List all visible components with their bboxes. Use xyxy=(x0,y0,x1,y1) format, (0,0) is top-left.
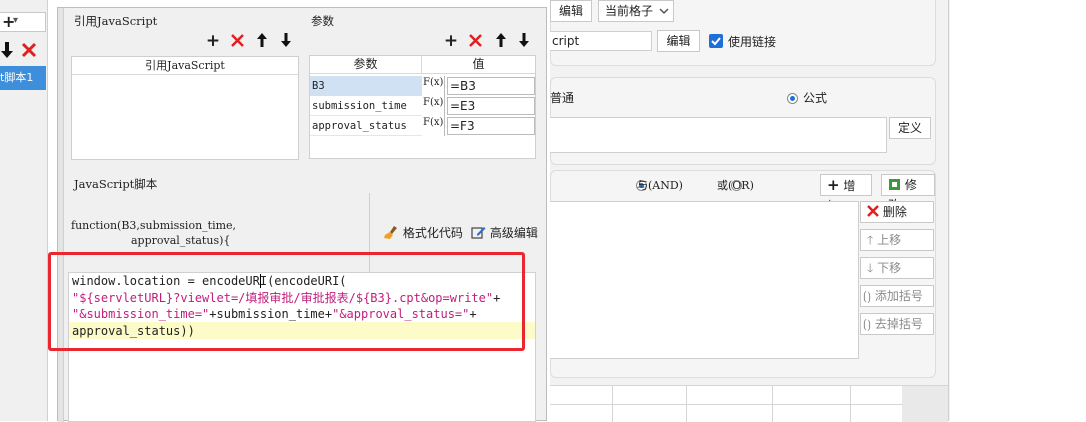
panel-divider xyxy=(948,0,949,421)
link-edit-button[interactable]: 编辑 xyxy=(657,30,700,52)
use-link-label: 使用链接 xyxy=(728,35,777,49)
remove-bracket-button[interactable]: ⟮⟯ 去掉括号 xyxy=(860,313,934,335)
broom-icon xyxy=(384,226,397,239)
left-add-dropdown[interactable]: + ▾ xyxy=(0,12,46,32)
format-code-label: 格式化代码 xyxy=(402,226,463,240)
move-up-label: 上移 xyxy=(877,233,902,247)
define-button[interactable]: 定义 xyxy=(889,117,931,139)
delete-button-label: 删除 xyxy=(882,205,907,219)
radio-formula[interactable] xyxy=(787,93,798,104)
edit-grid-icon xyxy=(889,179,900,190)
param-name-cell[interactable]: B3 xyxy=(310,76,422,96)
delete-condition-button[interactable]: 删除 xyxy=(860,201,934,223)
advanced-edit-button[interactable]: 高级编辑 xyxy=(471,224,538,241)
param-name-cell[interactable]: submission_time xyxy=(310,96,422,116)
remove-bracket-icon: ⟮⟯ xyxy=(863,317,871,331)
condition-list[interactable] xyxy=(550,201,859,359)
top-edit-button[interactable]: 编辑 xyxy=(550,0,592,22)
js-ref-table[interactable]: 引用JavaScript xyxy=(71,56,299,160)
left-panel xyxy=(0,0,48,421)
js-ref-section-title: 引用JavaScript xyxy=(74,14,158,28)
param-value-input[interactable]: =F3 xyxy=(447,117,535,135)
close-icon xyxy=(469,34,482,47)
add-param-button[interactable]: + xyxy=(442,32,460,50)
function-signature-line2: approval_status){ xyxy=(131,234,231,247)
highlight-annotation-box xyxy=(48,252,525,351)
delete-button[interactable] xyxy=(21,42,37,61)
cell-grid xyxy=(550,385,948,422)
close-icon xyxy=(21,42,37,58)
advanced-edit-label: 高级编辑 xyxy=(489,226,538,240)
formula-input[interactable] xyxy=(550,117,887,153)
move-down-js-ref-button[interactable] xyxy=(280,32,292,51)
javascript-dialog: 引用JavaScript + 引用JavaScript 参数 + 参数 值 B3… xyxy=(57,7,547,422)
script-section-title: JavaScript脚本 xyxy=(74,177,158,191)
formula-icon[interactable]: F(x) xyxy=(423,96,445,116)
arrow-up-icon: 🡑 xyxy=(867,233,874,247)
remove-param-button[interactable] xyxy=(468,33,483,51)
arrow-down-icon xyxy=(281,33,291,47)
plus-icon: + xyxy=(827,176,840,194)
add-bracket-button[interactable]: ⟮⟯ 添加括号 xyxy=(860,285,934,307)
formula-icon[interactable]: F(x) xyxy=(423,76,445,96)
cell-select-value: 当前格子 xyxy=(605,4,654,18)
js-ref-column-header: 引用JavaScript xyxy=(72,57,298,75)
chevron-down-icon xyxy=(659,8,669,15)
move-down-condition-button[interactable]: 🡓 下移 xyxy=(860,257,934,279)
formula-icon[interactable]: F(x) xyxy=(423,116,445,136)
arrow-up-icon xyxy=(496,33,506,47)
check-icon xyxy=(711,37,721,46)
arrow-up-icon xyxy=(257,33,267,47)
value-column-header: 值 xyxy=(422,56,535,74)
list-item-selected[interactable]: t脚本1 xyxy=(0,66,46,90)
plus-icon: + xyxy=(443,31,459,51)
close-icon xyxy=(867,205,879,217)
close-icon xyxy=(231,34,244,47)
move-down-label: 下移 xyxy=(877,261,902,275)
radio-and-label: 与(AND) xyxy=(637,179,683,192)
chevron-down-icon: ▾ xyxy=(13,15,19,26)
move-up-button[interactable]: 🡑 上移 xyxy=(860,229,934,251)
remove-bracket-label: 去掉括号 xyxy=(874,317,923,331)
function-signature-line1: function(B3,submission_time, xyxy=(71,219,237,232)
params-table[interactable]: 参数 值 B3 F(x) =B3 submission_time F(x) =E… xyxy=(309,55,536,159)
bracket-icon: ⟮⟯ xyxy=(863,289,871,303)
add-bracket-label: 添加括号 xyxy=(874,289,923,303)
param-column-header: 参数 xyxy=(310,56,422,74)
param-value-input[interactable]: =B3 xyxy=(447,77,535,95)
move-down-button[interactable] xyxy=(0,41,14,62)
edit-icon xyxy=(471,227,486,239)
params-section-title: 参数 xyxy=(311,14,334,28)
add-js-ref-button[interactable]: + xyxy=(204,32,222,50)
remove-js-ref-button[interactable] xyxy=(230,33,245,51)
arrow-down-icon xyxy=(1,42,13,58)
arrow-down-icon xyxy=(519,33,529,47)
format-code-button[interactable]: 格式化代码 xyxy=(383,224,463,241)
add-button[interactable]: + 增加 xyxy=(820,174,872,213)
dialog-left-rail xyxy=(58,8,64,422)
move-up-js-ref-button[interactable] xyxy=(256,32,268,51)
cell-select[interactable]: 当前格子 xyxy=(598,0,674,22)
use-link-checkbox[interactable] xyxy=(709,34,723,48)
plus-icon: + xyxy=(205,31,221,51)
param-name-cell[interactable]: approval_status xyxy=(310,116,422,136)
radio-normal-label: 普通 xyxy=(550,91,575,105)
move-down-param-button[interactable] xyxy=(518,32,530,51)
arrow-down-icon: 🡓 xyxy=(867,261,874,275)
link-input[interactable]: cript xyxy=(550,31,652,51)
radio-formula-label: 公式 xyxy=(803,91,828,105)
move-up-param-button[interactable] xyxy=(495,32,507,51)
radio-or-label: 或(OR) xyxy=(717,179,754,192)
param-value-input[interactable]: =E3 xyxy=(447,97,535,115)
modify-button[interactable]: 修改 xyxy=(881,174,935,212)
